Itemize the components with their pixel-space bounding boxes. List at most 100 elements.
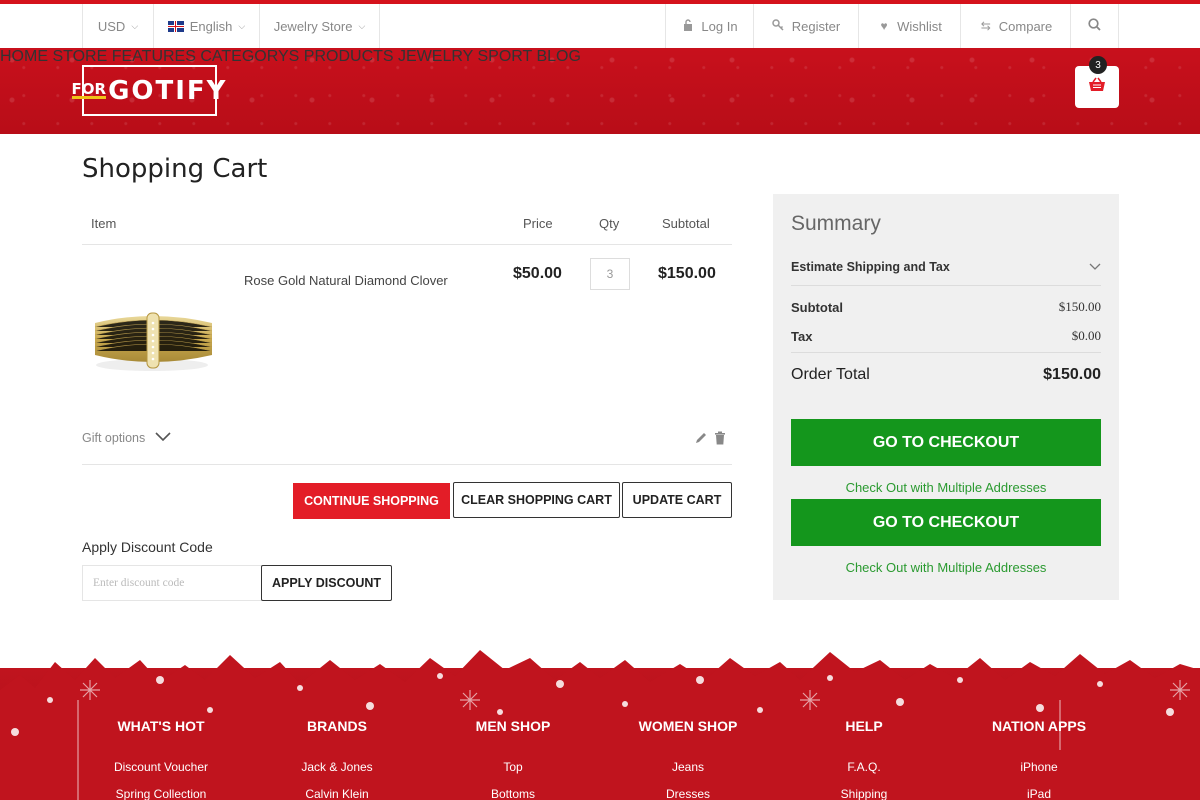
site-footer: WHAT'S HOT Discount Voucher Spring Colle… (0, 640, 1200, 800)
nav-categorys[interactable]: CATEGORYS (200, 48, 299, 65)
multi-address-checkout-link[interactable]: Check Out with Multiple Addresses (791, 480, 1101, 495)
language-switcher[interactable]: English ⌵ (153, 4, 259, 48)
product-image[interactable] (90, 305, 220, 380)
footer-link[interactable]: Calvin Klein (262, 787, 412, 800)
product-name-link[interactable]: Rose Gold Natural Diamond Clover (244, 273, 448, 288)
main-header: FOR GOTIFY HOME STORE FEATURES CATEGORYS… (0, 48, 1200, 134)
nav-home-store[interactable]: HOME STORE (0, 48, 107, 65)
order-summary-panel: Summary Estimate Shipping and Tax Subtot… (773, 194, 1119, 600)
cart-count-badge: 3 (1089, 56, 1107, 74)
estimate-shipping-label: Estimate Shipping and Tax (791, 260, 950, 274)
footer-col-women-shop: WOMEN SHOP Jeans Dresses (613, 718, 763, 800)
chevron-down-icon: ⌵ (358, 20, 366, 31)
store-switcher[interactable]: Jewelry Store ⌵ (259, 4, 380, 48)
footer-heading: MEN SHOP (475, 718, 551, 734)
register-link[interactable]: Register (753, 4, 858, 48)
compare-link[interactable]: ⇆ Compare (960, 4, 1070, 48)
top-bar: USD ⌵ English ⌵ Jewelry Store ⌵ Log In R… (0, 4, 1200, 48)
footer-heading: NATION APPS (991, 718, 1087, 734)
footer-col-whats-hot: WHAT'S HOT Discount Voucher Spring Colle… (86, 718, 236, 800)
tax-value: $0.00 (1071, 328, 1101, 343)
summary-title: Summary (791, 212, 881, 235)
actions-divider (82, 464, 732, 465)
table-header-divider (82, 244, 732, 245)
currency-label: USD (97, 18, 126, 34)
footer-heading: HELP (845, 718, 883, 734)
footer-link[interactable]: iPad (964, 787, 1114, 800)
footer-link[interactable]: Jack & Jones (262, 760, 412, 774)
footer-col-help: HELP F.A.Q. Shipping (789, 718, 939, 800)
summary-divider (791, 285, 1101, 286)
row-actions (694, 431, 726, 450)
tax-label: Tax (791, 328, 813, 344)
gift-options-toggle[interactable]: Gift options (82, 431, 171, 445)
col-header-qty: Qty (599, 216, 620, 231)
logo-name-text: GOTIFY (108, 75, 228, 106)
footer-link[interactable]: Dresses (613, 787, 763, 800)
subtotal-row: Subtotal $150.00 (791, 299, 1101, 315)
nav-features[interactable]: FEATURES (112, 48, 196, 65)
login-link[interactable]: Log In (665, 4, 753, 48)
footer-heading: BRANDS (307, 718, 367, 734)
login-label: Log In (701, 18, 738, 34)
chevron-down-icon (1089, 258, 1101, 276)
search-icon (1088, 18, 1101, 34)
order-total-value: $150.00 (1043, 366, 1101, 383)
nav-products[interactable]: PRODUCTS (304, 48, 394, 65)
gift-options-label: Gift options (82, 431, 146, 445)
item-price: $50.00 (513, 265, 562, 282)
nav-jewelry[interactable]: JEWELRY (398, 48, 473, 65)
register-label: Register (791, 18, 841, 34)
summary-divider (791, 352, 1101, 353)
compare-label: Compare (998, 18, 1053, 34)
footer-heading: WHAT'S HOT (117, 718, 205, 734)
currency-switcher[interactable]: USD ⌵ (82, 4, 153, 48)
key-icon (772, 18, 786, 34)
col-header-item: Item (91, 216, 117, 231)
trash-icon[interactable] (714, 431, 726, 450)
nav-sport[interactable]: SPORT (477, 48, 532, 65)
col-header-price: Price (523, 216, 553, 231)
nav-blog[interactable]: BLOG (536, 48, 580, 65)
wishlist-link[interactable]: ♥ Wishlist (858, 4, 960, 48)
footer-link[interactable]: F.A.Q. (789, 760, 939, 774)
order-total-label: Order Total (791, 366, 870, 383)
item-subtotal: $150.00 (658, 265, 716, 282)
footer-col-nation-apps: NATION APPS iPhone iPad (964, 718, 1114, 800)
apply-discount-button[interactable]: APPLY DISCOUNT (261, 565, 392, 601)
footer-col-brands: BRANDS Jack & Jones Calvin Klein (262, 718, 412, 800)
footer-link[interactable]: Discount Voucher (86, 760, 236, 774)
update-cart-button[interactable]: UPDATE CART (622, 482, 732, 518)
clear-cart-button[interactable]: CLEAR SHOPPING CART (453, 482, 620, 518)
estimate-shipping-toggle[interactable]: Estimate Shipping and Tax (791, 258, 1101, 276)
qty-input[interactable]: 3 (590, 258, 630, 290)
footer-link[interactable]: Top (438, 760, 588, 774)
site-logo[interactable]: FOR GOTIFY (71, 65, 226, 116)
chevron-down-icon: ⌵ (131, 20, 139, 31)
multi-address-checkout-link-secondary[interactable]: Check Out with Multiple Addresses (791, 560, 1101, 575)
footer-link[interactable]: Spring Collection (86, 787, 236, 800)
wishlist-label: Wishlist (897, 18, 942, 34)
col-header-subtotal: Subtotal (662, 216, 710, 231)
edit-pencil-icon[interactable] (694, 431, 708, 450)
basket-icon (1088, 77, 1106, 97)
subtotal-value: $150.00 (1058, 299, 1101, 314)
tax-row: Tax $0.00 (791, 328, 1101, 344)
order-total-row: Order Total $150.00 (791, 366, 1101, 384)
uk-flag-icon (167, 20, 184, 32)
search-button[interactable] (1070, 4, 1119, 48)
footer-link[interactable]: iPhone (964, 760, 1114, 774)
footer-link[interactable]: Bottoms (438, 787, 588, 800)
go-to-checkout-button-secondary[interactable]: GO TO CHECKOUT (791, 499, 1101, 546)
main-nav: HOME STORE FEATURES CATEGORYS PRODUCTS J… (0, 48, 1200, 66)
logo-for-text: FOR (71, 80, 107, 99)
footer-link[interactable]: Shipping (789, 787, 939, 800)
store-label: Jewelry Store (273, 18, 353, 34)
discount-label: Apply Discount Code (82, 539, 213, 555)
go-to-checkout-button[interactable]: GO TO CHECKOUT (791, 419, 1101, 466)
heart-icon: ♥ (880, 19, 888, 33)
continue-shopping-button[interactable]: CONTINUE SHOPPING (293, 483, 450, 519)
discount-code-input[interactable]: Enter discount code (82, 565, 262, 601)
footer-col-men-shop: MEN SHOP Top Bottoms (438, 718, 588, 800)
footer-link[interactable]: Jeans (613, 760, 763, 774)
